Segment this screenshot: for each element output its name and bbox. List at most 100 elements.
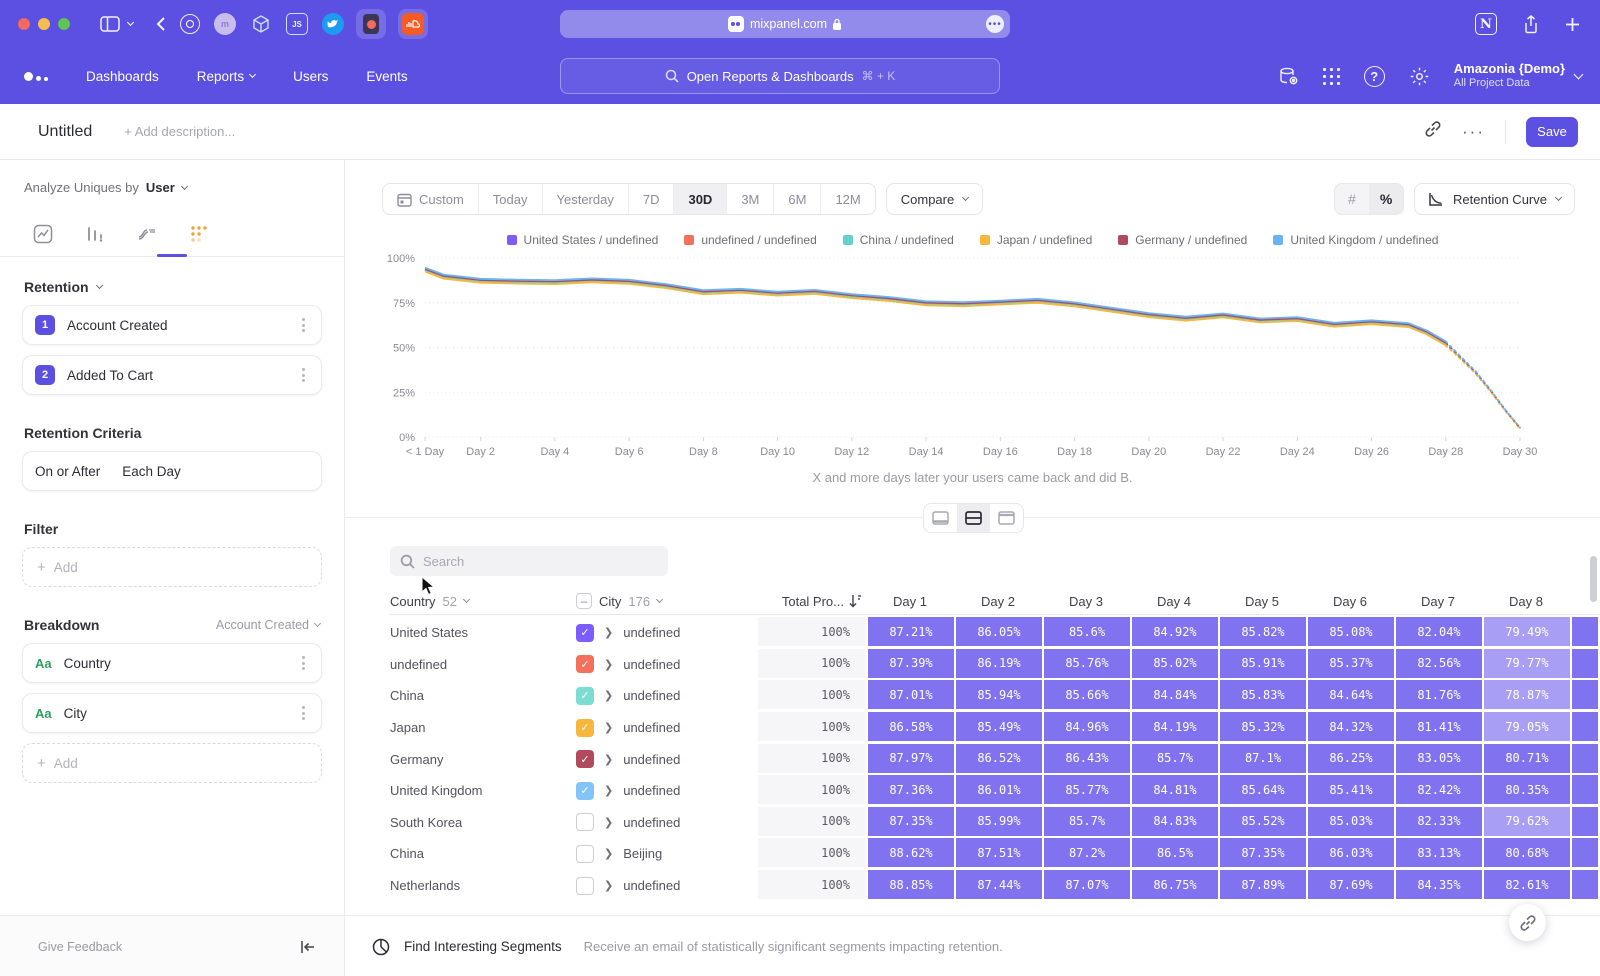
range-30d[interactable]: 30D xyxy=(673,184,726,214)
retention-cell[interactable]: 80.71% xyxy=(1484,744,1570,773)
retention-cell[interactable]: 87.39% xyxy=(868,649,954,678)
table-search-input[interactable]: Search xyxy=(390,546,668,576)
nav-item-dashboards[interactable]: Dashboards xyxy=(86,69,159,84)
retention-cell[interactable]: 86.05% xyxy=(956,617,1042,646)
copy-link-icon[interactable] xyxy=(1424,120,1442,143)
expand-chevron-icon[interactable]: ❯ xyxy=(604,689,613,702)
retention-cell[interactable]: 82.04% xyxy=(1396,617,1482,646)
retention-cell[interactable]: 85.03% xyxy=(1308,807,1394,836)
retention-cell[interactable]: 79.77% xyxy=(1484,649,1570,678)
breakdown-options-icon[interactable] xyxy=(298,702,309,724)
retention-cell[interactable]: 85.83% xyxy=(1220,680,1306,709)
layout-split-icon[interactable] xyxy=(957,504,990,532)
expand-chevron-icon[interactable]: ❯ xyxy=(604,847,613,860)
retention-cell[interactable]: 81.76% xyxy=(1396,680,1482,709)
retention-cell[interactable]: 83.13% xyxy=(1396,838,1482,867)
apps-grid-icon[interactable] xyxy=(1323,68,1340,85)
country-cell[interactable]: China xyxy=(390,688,576,703)
notion-extension-icon[interactable]: N xyxy=(1475,13,1497,35)
retention-cell[interactable]: 84.35% xyxy=(1396,870,1482,899)
day-column-header[interactable]: Day 1 xyxy=(866,594,954,609)
nav-item-reports[interactable]: Reports xyxy=(197,69,255,84)
retention-cell[interactable]: 79.05% xyxy=(1484,712,1570,741)
retention-cell[interactable]: 85.99% xyxy=(956,807,1042,836)
analyze-value-dropdown[interactable]: User xyxy=(146,180,175,195)
retention-cell[interactable]: 78.87% xyxy=(1484,680,1570,709)
row-checkbox[interactable]: ✓ xyxy=(576,750,594,768)
range-12m[interactable]: 12M xyxy=(820,184,874,214)
retention-cell[interactable]: 85.76% xyxy=(1044,649,1130,678)
new-tab-icon[interactable] xyxy=(1565,17,1580,32)
row-checkbox[interactable] xyxy=(576,813,594,831)
retention-cell[interactable]: 86.03% xyxy=(1308,838,1394,867)
day-column-header[interactable]: Day 4 xyxy=(1130,594,1218,609)
criteria-secondary[interactable]: Each Day xyxy=(122,464,181,479)
retention-cell[interactable]: 84.64% xyxy=(1308,680,1394,709)
day-column-header[interactable]: Day 7 xyxy=(1394,594,1482,609)
help-icon[interactable]: ? xyxy=(1364,66,1385,87)
compare-button[interactable]: Compare xyxy=(886,183,983,215)
vertical-scrollbar[interactable] xyxy=(1590,556,1597,602)
retention-cell[interactable]: 85.7% xyxy=(1044,807,1130,836)
share-link-floating-button[interactable] xyxy=(1509,904,1546,941)
range-today[interactable]: Today xyxy=(478,184,542,214)
retention-cell[interactable]: 87.35% xyxy=(1220,838,1306,867)
retention-cell[interactable]: 87.2% xyxy=(1044,838,1130,867)
legend-item[interactable]: undefined / undefined xyxy=(684,233,816,247)
expand-chevron-icon[interactable]: ❯ xyxy=(604,626,613,639)
tab-flows-icon[interactable] xyxy=(136,223,158,245)
range-yesterday[interactable]: Yesterday xyxy=(542,184,628,214)
retention-cell[interactable]: 85.37% xyxy=(1308,649,1394,678)
layout-table-only-icon[interactable] xyxy=(990,504,1023,532)
chart-type-button[interactable]: Retention Curve xyxy=(1414,183,1575,215)
save-button[interactable]: Save xyxy=(1526,117,1578,147)
retention-step-1[interactable]: 1Account Created xyxy=(22,305,322,345)
row-checkbox[interactable] xyxy=(576,877,594,895)
sidebar-toggle-icon[interactable] xyxy=(100,16,120,32)
day-column-header[interactable]: Day 2 xyxy=(954,594,1042,609)
day-column-header[interactable]: Day 3 xyxy=(1042,594,1130,609)
breakdown-event-dropdown[interactable]: Account Created xyxy=(216,618,320,632)
retention-cell[interactable]: 79.62% xyxy=(1484,807,1570,836)
expand-chevron-icon[interactable]: ❯ xyxy=(604,658,613,671)
retention-cell[interactable]: 80.68% xyxy=(1484,838,1570,867)
collapse-sidebar-icon[interactable] xyxy=(300,940,316,954)
retention-cell[interactable]: 85.6% xyxy=(1044,617,1130,646)
retention-cell[interactable]: 87.97% xyxy=(868,744,954,773)
expand-chevron-icon[interactable]: ❯ xyxy=(604,753,613,766)
retention-cell[interactable]: 84.84% xyxy=(1132,680,1218,709)
layout-chart-only-icon[interactable] xyxy=(924,504,957,532)
retention-cell[interactable]: 84.92% xyxy=(1132,617,1218,646)
country-cell[interactable]: United Kingdom xyxy=(390,783,576,798)
extension-bird-icon[interactable] xyxy=(322,13,344,35)
nav-item-users[interactable]: Users xyxy=(293,69,328,84)
retention-cell[interactable]: 84.96% xyxy=(1044,712,1130,741)
country-cell[interactable]: Germany xyxy=(390,752,576,767)
country-column-header[interactable]: Country 52 xyxy=(390,594,576,609)
retention-cell[interactable]: 82.33% xyxy=(1396,807,1482,836)
back-icon[interactable] xyxy=(155,16,166,32)
add-description-placeholder[interactable]: + Add description... xyxy=(124,124,235,139)
range-7d[interactable]: 7D xyxy=(628,184,674,214)
address-bar[interactable]: mixpanel.com ••• xyxy=(560,10,1010,38)
range-3m[interactable]: 3M xyxy=(726,184,773,214)
expand-chevron-icon[interactable]: ❯ xyxy=(604,784,613,797)
retention-cell[interactable]: 87.01% xyxy=(868,680,954,709)
retention-cell[interactable]: 82.56% xyxy=(1396,649,1482,678)
extension-cube-icon[interactable] xyxy=(250,13,272,35)
retention-cell[interactable]: 87.07% xyxy=(1044,870,1130,899)
country-cell[interactable]: China xyxy=(390,846,576,861)
retention-cell[interactable]: 85.77% xyxy=(1044,775,1130,804)
project-switcher[interactable]: Amazonia {Demo} All Project Data xyxy=(1454,61,1582,91)
retention-cell[interactable]: 85.08% xyxy=(1308,617,1394,646)
tab-retention-icon[interactable] xyxy=(188,223,210,245)
more-options-icon[interactable]: ··· xyxy=(1462,122,1485,142)
extension-soundcloud-icon[interactable] xyxy=(398,9,428,39)
retention-cell[interactable]: 84.83% xyxy=(1132,807,1218,836)
retention-cell[interactable]: 86.75% xyxy=(1132,870,1218,899)
select-all-checkbox[interactable]: – xyxy=(576,593,592,609)
retention-cell[interactable]: 84.19% xyxy=(1132,712,1218,741)
legend-item[interactable]: United States / undefined xyxy=(507,233,659,247)
retention-cell[interactable]: 87.35% xyxy=(868,807,954,836)
retention-cell[interactable]: 86.19% xyxy=(956,649,1042,678)
